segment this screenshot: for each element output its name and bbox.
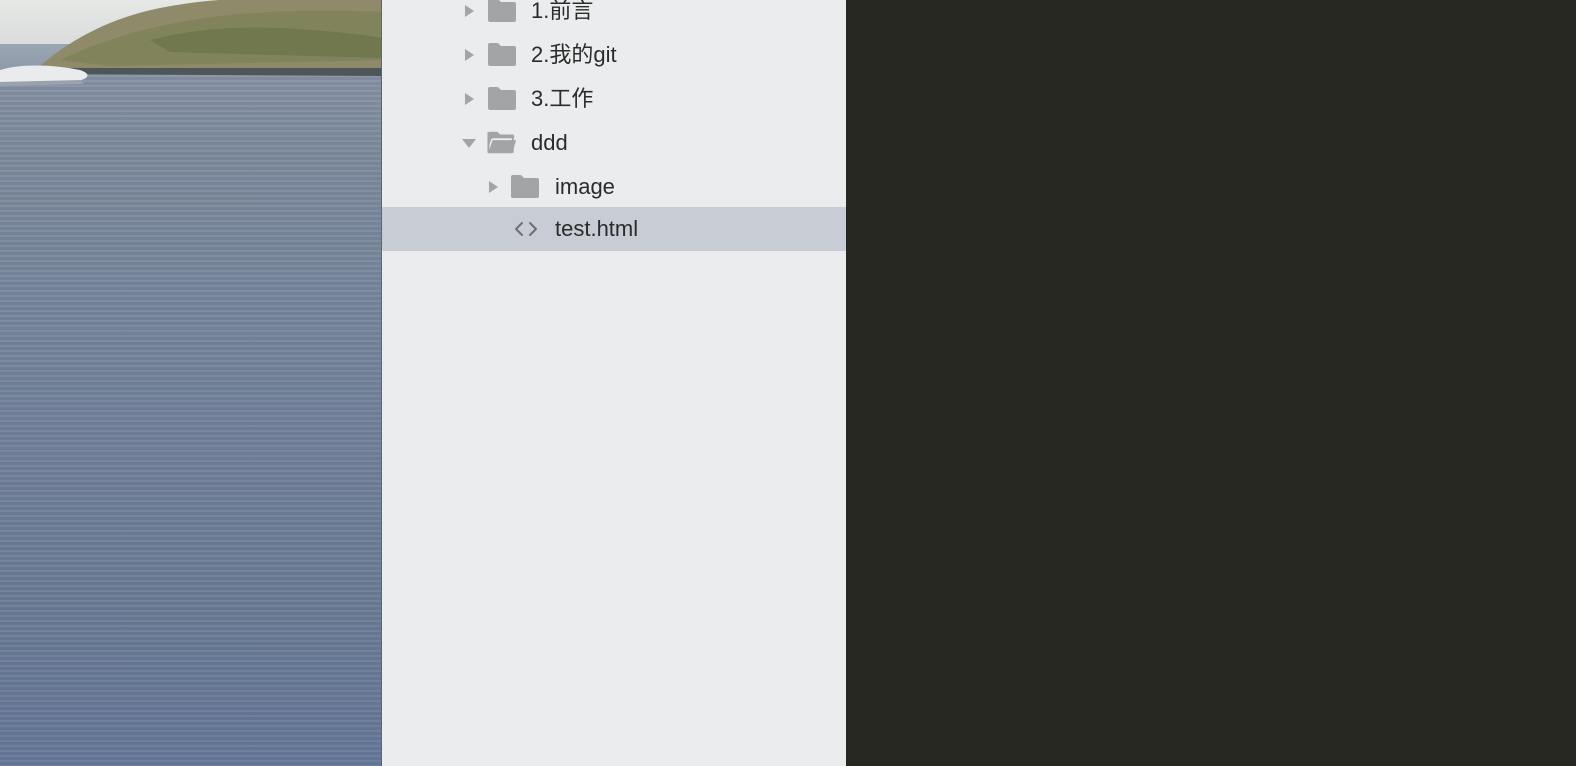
screen: 1.前言 2.我的git 3.工作 ddd image test.html xyxy=(0,0,1576,766)
tree-item-label: ddd xyxy=(531,130,568,155)
disclosure-right-icon[interactable] xyxy=(460,46,478,64)
tree-item-folder-image[interactable]: image xyxy=(382,165,846,209)
tree-item-label: 3.工作 xyxy=(531,86,594,111)
tree-item-label: 1.前言 xyxy=(531,0,594,23)
desktop-wallpaper xyxy=(0,0,382,766)
tree-item-folder-ddd[interactable]: ddd xyxy=(382,121,846,165)
file-tree-sidebar[interactable]: 1.前言 2.我的git 3.工作 ddd image test.html xyxy=(382,0,846,766)
tree-item-label: image xyxy=(555,174,615,199)
disclosure-right-icon[interactable] xyxy=(460,2,478,20)
folder-icon xyxy=(488,87,516,110)
code-file-icon xyxy=(515,222,537,236)
tree-item-folder-3[interactable]: 3.工作 xyxy=(382,77,846,121)
disclosure-down-icon[interactable] xyxy=(460,134,478,152)
disclosure-right-icon[interactable] xyxy=(484,178,502,196)
disclosure-right-icon[interactable] xyxy=(460,90,478,108)
tree-item-folder-1[interactable]: 1.前言 xyxy=(382,0,846,33)
wallpaper-island xyxy=(0,0,382,86)
tree-item-label: 2.我的git xyxy=(531,42,617,67)
tree-item-file-test-html[interactable]: test.html xyxy=(382,207,846,251)
tree-item-folder-2[interactable]: 2.我的git xyxy=(382,33,846,77)
editor-pane[interactable] xyxy=(846,0,1576,766)
tree-item-label: test.html xyxy=(555,216,639,241)
folder-icon xyxy=(488,0,516,22)
folder-icon xyxy=(488,43,516,66)
folder-open-icon xyxy=(487,131,517,154)
folder-icon xyxy=(511,175,539,198)
